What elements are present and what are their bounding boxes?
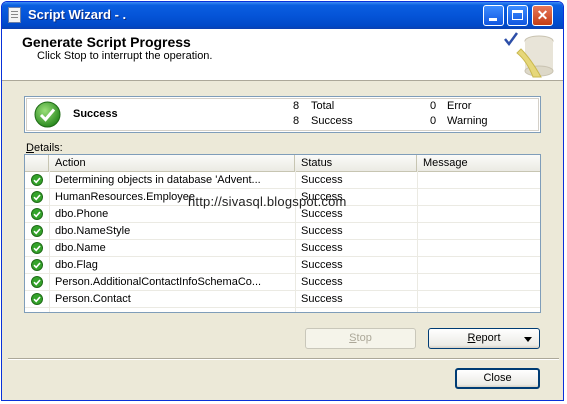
minimize-button[interactable] xyxy=(483,5,504,26)
total-count: 8 xyxy=(293,100,300,112)
warning-label: Warning xyxy=(447,115,488,127)
error-label: Error xyxy=(447,100,472,112)
action-cell: Person.AdditionalContactInfoSchemaCo... xyxy=(55,276,262,288)
action-cell: Determining objects in database 'Advent.… xyxy=(55,174,261,186)
total-label: Total xyxy=(311,100,335,112)
table-row[interactable]: dbo.Flag Success xyxy=(25,257,540,274)
action-cell: dbo.Flag xyxy=(55,259,98,271)
details-grid[interactable]: Action Status Message Determining object… xyxy=(24,154,541,313)
dropdown-arrow-icon xyxy=(524,337,532,342)
table-row[interactable]: dbo.NameStyle Success xyxy=(25,223,540,240)
icon-column-header[interactable] xyxy=(25,155,49,171)
maximize-button[interactable] xyxy=(507,5,528,26)
close-button[interactable]: Close xyxy=(455,368,540,389)
action-cell: dbo.NameStyle xyxy=(55,225,131,237)
message-cell xyxy=(417,189,540,206)
table-row[interactable]: dbo.Name Success xyxy=(25,240,540,257)
database-wizard-icon xyxy=(504,32,554,78)
status-cell: Success xyxy=(301,174,343,186)
message-cell xyxy=(417,206,540,223)
stop-button[interactable]: Stop xyxy=(305,328,416,349)
error-count: 0 xyxy=(430,100,437,112)
success-check-icon xyxy=(31,242,43,254)
action-cell: Person.Contact xyxy=(55,293,131,305)
success-check-icon xyxy=(31,191,43,203)
status-cell: Success xyxy=(301,259,343,271)
message-cell xyxy=(417,291,540,308)
title-bar[interactable]: Script Wizard - . ✕ xyxy=(2,2,563,29)
minimize-icon xyxy=(489,18,497,21)
table-row[interactable]: Determining objects in database 'Advent.… xyxy=(25,172,540,189)
status-label: Success xyxy=(73,108,118,120)
success-check-icon xyxy=(31,276,43,288)
page-subtitle: Click Stop to interrupt the operation. xyxy=(37,50,213,62)
success-check-icon xyxy=(31,225,43,237)
close-window-button[interactable]: ✕ xyxy=(532,5,553,26)
page-title: Generate Script Progress xyxy=(22,34,191,50)
wizard-header: Generate Script Progress Click Stop to i… xyxy=(2,29,563,81)
status-cell: Success xyxy=(301,276,343,288)
report-button[interactable]: Report xyxy=(428,328,540,349)
action-cell: dbo.Name xyxy=(55,242,106,254)
message-cell xyxy=(417,257,540,274)
success-check-icon xyxy=(31,174,43,186)
success-check-icon xyxy=(34,101,61,128)
success-check-icon xyxy=(31,208,43,220)
success-check-icon xyxy=(31,293,43,305)
summary-panel: Success 8 Total 8 Success 0 Error 0 Warn… xyxy=(24,96,541,133)
table-row[interactable]: Person.Contact Success xyxy=(25,291,540,308)
window-title: Script Wizard - . xyxy=(28,7,127,22)
status-cell: Success xyxy=(301,225,343,237)
details-label: Details: xyxy=(26,142,63,154)
script-wizard-window: Script Wizard - . ✕ Generate Script Prog… xyxy=(1,1,564,401)
warning-count: 0 xyxy=(430,115,437,127)
column-header-message[interactable]: Message xyxy=(417,155,540,171)
message-cell xyxy=(417,274,540,291)
table-row[interactable]: Person.AdditionalContactInfoSchemaCo... S… xyxy=(25,274,540,291)
close-icon: ✕ xyxy=(536,7,549,23)
grid-header: Action Status Message xyxy=(25,155,540,172)
divider xyxy=(8,358,559,360)
message-cell xyxy=(417,172,540,189)
success-count: 8 xyxy=(293,115,300,127)
column-header-status[interactable]: Status xyxy=(295,155,417,171)
blog-watermark: http://sivasql.blogspot.com xyxy=(188,194,347,209)
status-cell: Success xyxy=(301,242,343,254)
message-cell xyxy=(417,240,540,257)
success-check-icon xyxy=(31,259,43,271)
column-header-action[interactable]: Action xyxy=(49,155,295,171)
status-cell: Success xyxy=(301,293,343,305)
message-cell xyxy=(417,223,540,240)
maximize-icon xyxy=(512,10,523,20)
script-document-icon xyxy=(8,7,21,23)
success-label: Success xyxy=(311,115,353,127)
